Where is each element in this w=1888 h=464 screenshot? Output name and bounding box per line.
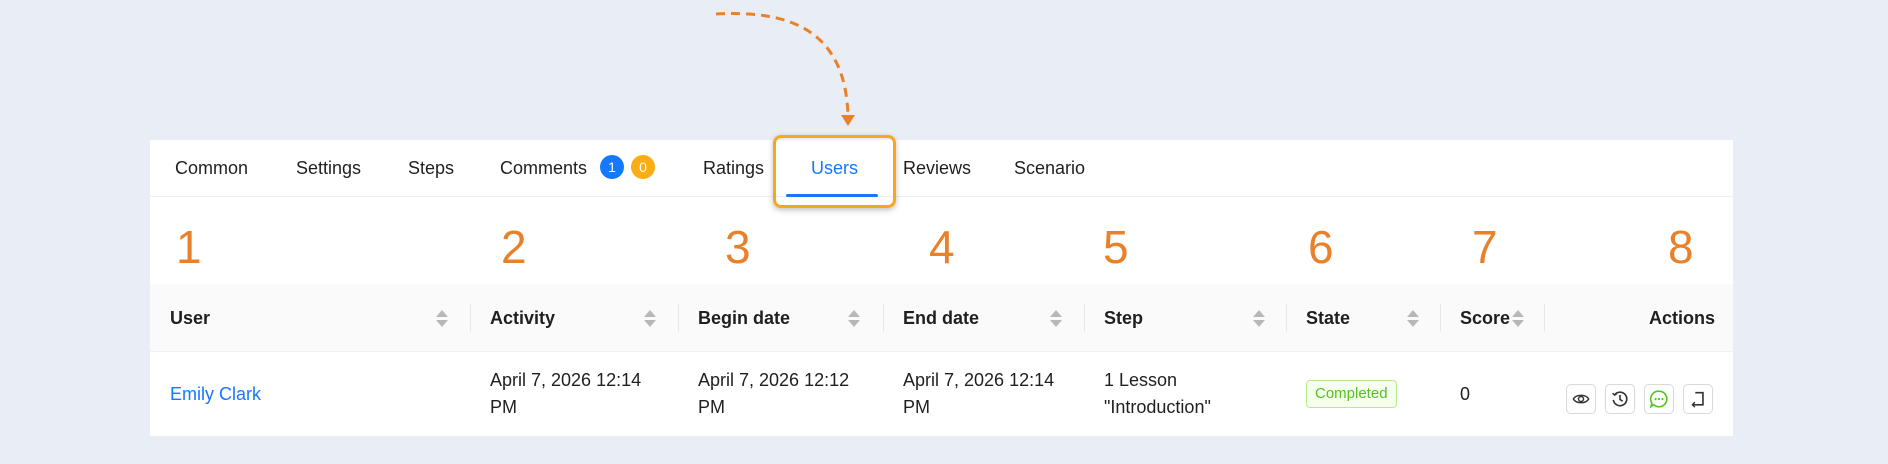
tab-label: Common — [175, 158, 249, 178]
tab-label: Users — [811, 158, 859, 178]
column-divider — [1084, 304, 1085, 332]
history-icon — [1612, 391, 1628, 407]
tab-common[interactable]: Common — [175, 140, 248, 197]
cell-state: Completed — [1306, 352, 1426, 436]
col-header-begin-date: Begin date — [698, 308, 791, 328]
col-header-score: Score — [1460, 308, 1511, 328]
tab-comments[interactable]: Comments 1 0 — [500, 140, 656, 197]
cell-user: Emily Clark — [170, 352, 460, 436]
sort-score-icon[interactable] — [1512, 310, 1524, 328]
column-divider — [1544, 304, 1545, 332]
col-header-end-date: End date — [903, 308, 980, 328]
table-header: User Activity Begin date End date Step S… — [150, 284, 1733, 352]
tab-users[interactable]: Users — [811, 140, 858, 197]
history-button[interactable] — [1605, 384, 1635, 414]
tab-label: Steps — [408, 158, 455, 178]
tab-label: Reviews — [903, 158, 972, 178]
tab-label: Scenario — [1014, 158, 1086, 178]
sort-user-icon[interactable] — [436, 310, 448, 328]
col-header-activity: Activity — [490, 308, 556, 328]
sort-state-icon[interactable] — [1407, 310, 1419, 328]
cell-end-date: April 7, 2026 12:14 PM — [903, 370, 1055, 417]
col-header-user: User — [170, 308, 211, 328]
column-divider — [678, 304, 679, 332]
sort-end-date-icon[interactable] — [1050, 310, 1062, 328]
tab-ratings[interactable]: Ratings — [703, 140, 764, 197]
column-number-2: 2 — [501, 221, 527, 273]
return-icon — [1691, 391, 1704, 408]
comments-badge-orange: 0 — [631, 155, 656, 180]
column-number-1: 1 — [176, 221, 202, 273]
tab-bar: Common Settings Steps Comments 1 0 Ratin… — [150, 140, 1733, 197]
tab-label: Ratings — [703, 158, 765, 178]
view-button[interactable] — [1566, 384, 1596, 414]
user-link[interactable]: Emily Clark — [170, 381, 261, 408]
column-divider — [1440, 304, 1441, 332]
column-number-5: 5 — [1103, 221, 1129, 273]
cell-step: 1 Lesson "Introduction" — [1104, 370, 1211, 417]
tab-reviews[interactable]: Reviews — [903, 140, 971, 197]
eye-icon — [1572, 394, 1590, 404]
cell-score: 0 — [1460, 383, 1471, 404]
col-header-actions: Actions — [1648, 308, 1715, 328]
return-button[interactable] — [1683, 384, 1713, 414]
col-header-state: State — [1306, 308, 1351, 328]
comments-badge-blue: 1 — [600, 155, 625, 180]
sort-begin-date-icon[interactable] — [848, 310, 860, 328]
cell-activity: April 7, 2026 12:14 PM — [490, 370, 642, 417]
tab-steps[interactable]: Steps — [408, 140, 454, 197]
active-tab-indicator — [786, 194, 878, 197]
comment-button[interactable] — [1644, 384, 1674, 414]
col-header-step: Step — [1104, 308, 1144, 328]
table-row: Emily Clark April 7, 2026 12:14 PM April… — [150, 352, 1733, 436]
column-number-4: 4 — [929, 221, 955, 273]
column-number-8: 8 — [1668, 221, 1694, 273]
column-number-6: 6 — [1308, 221, 1334, 273]
column-number-7: 7 — [1472, 221, 1498, 273]
status-badge: Completed — [1306, 380, 1397, 408]
sort-step-icon[interactable] — [1253, 310, 1265, 328]
column-divider — [883, 304, 884, 332]
tab-label: Comments — [500, 158, 588, 178]
column-divider — [470, 304, 471, 332]
column-divider — [1286, 304, 1287, 332]
tab-settings[interactable]: Settings — [296, 140, 361, 197]
course-panel: Common Settings Steps Comments 1 0 Ratin… — [150, 135, 1733, 436]
comment-icon — [1649, 390, 1668, 409]
tab-scenario[interactable]: Scenario — [1014, 140, 1085, 197]
column-number-3: 3 — [725, 221, 751, 273]
cell-begin-date: April 7, 2026 12:12 PM — [698, 370, 850, 417]
sort-activity-icon[interactable] — [644, 310, 656, 328]
tab-label: Settings — [296, 158, 362, 178]
